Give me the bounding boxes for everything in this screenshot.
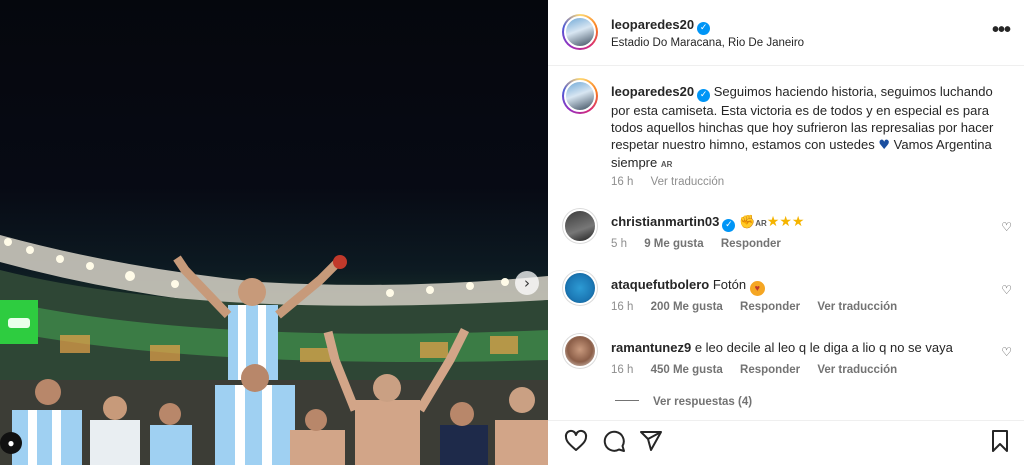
comment-avatar[interactable] [562, 208, 598, 244]
post-header: leoparedes20 ✓ Estadio Do Maracana, Rio D… [548, 0, 1024, 66]
stadium-illustration [0, 235, 548, 465]
post-side-panel: leoparedes20 ✓ Estadio Do Maracana, Rio D… [548, 0, 1024, 465]
chevron-right-icon[interactable]: › [515, 271, 539, 295]
avatar[interactable] [562, 14, 598, 50]
action-bar [548, 420, 1024, 465]
reply-button[interactable]: Responder [740, 364, 800, 376]
comment-username[interactable]: ramantunez9 [611, 340, 691, 355]
star-emoji: ★ [766, 214, 780, 230]
reply-button[interactable]: Responder [740, 301, 800, 313]
share-icon[interactable] [639, 429, 663, 453]
verified-badge-icon: ✓ [697, 89, 711, 102]
comment-username[interactable]: christianmartin03 [611, 214, 719, 229]
verified-badge-icon: ✓ [697, 22, 711, 35]
comment-time[interactable]: 5 h [611, 238, 627, 250]
verified-badge-icon: ✓ [722, 219, 736, 232]
view-replies-label[interactable]: Ver respuestas (4) [653, 396, 752, 408]
comment-likes[interactable]: 450 Me gusta [651, 364, 723, 376]
comment-likes[interactable]: 9 Me gusta [644, 238, 703, 250]
replies-divider [615, 400, 639, 401]
caption-username[interactable]: leoparedes20 [611, 84, 694, 99]
comment-username[interactable]: ataquefutbolero [611, 277, 709, 292]
comment-meta: 16 h 200 Me gusta Responder Ver traducci… [611, 301, 911, 313]
caption: leoparedes20 ✓ Seguimos haciendo historia… [611, 83, 996, 173]
bookmark-icon[interactable] [988, 429, 1012, 453]
caption-translate[interactable]: Ver traducción [651, 176, 725, 188]
comment-like-heart-icon[interactable]: ♡ [1001, 220, 1012, 234]
user-tag-icon[interactable]: ● [0, 432, 22, 454]
comment-icon[interactable] [602, 429, 626, 453]
comment-likes[interactable]: 200 Me gusta [651, 301, 723, 313]
translate-button[interactable]: Ver traducción [817, 301, 897, 313]
heart-eyes-emoji: ♥ [749, 281, 765, 296]
comment-text: e leo decile al leo q le diga a lio q no… [694, 340, 953, 355]
caption-time[interactable]: 16 h [611, 176, 633, 188]
comment-meta: 5 h 9 Me gusta Responder [611, 238, 795, 250]
caption-avatar[interactable] [562, 78, 598, 114]
comment-time[interactable]: 16 h [611, 301, 633, 313]
post-photo[interactable]: › ● [0, 0, 548, 465]
comment-item: ataquefutbolero Fotón ♥ [611, 276, 996, 296]
post-location[interactable]: Estadio Do Maracana, Rio De Janeiro [611, 37, 804, 49]
more-options-icon[interactable]: ••• [992, 19, 1011, 42]
caption-meta: 16 h Ver traducción [611, 176, 738, 188]
heart-icon[interactable] [564, 429, 588, 453]
comment-time[interactable]: 16 h [611, 364, 633, 376]
comment-text: Fotón [712, 277, 747, 292]
comment-avatar[interactable] [562, 333, 598, 369]
comment-avatar[interactable] [562, 270, 598, 306]
comment-meta: 16 h 450 Me gusta Responder Ver traducci… [611, 364, 911, 376]
flexed-biceps-emoji: ✊ [739, 215, 756, 230]
argentina-flag-emoji: AR [660, 160, 673, 169]
translate-button[interactable]: Ver traducción [817, 364, 897, 376]
author-username[interactable]: leoparedes20 [611, 17, 694, 32]
star-emoji: ★ [791, 214, 805, 230]
reply-button[interactable]: Responder [721, 238, 781, 250]
comment-like-heart-icon[interactable]: ♡ [1001, 283, 1012, 297]
comment-like-heart-icon[interactable]: ♡ [1001, 345, 1012, 359]
blue-heart-emoji: ♥ [878, 138, 891, 153]
star-emoji: ★ [779, 214, 792, 230]
comment-item: ramantunez9 e leo decile al leo q le dig… [611, 339, 996, 356]
view-replies-button[interactable]: Ver respuestas (4) [615, 396, 752, 408]
argentina-flag-emoji: AR [755, 219, 767, 228]
comment-item: christianmartin03 ✓ ✊AR★★★ [611, 213, 996, 232]
